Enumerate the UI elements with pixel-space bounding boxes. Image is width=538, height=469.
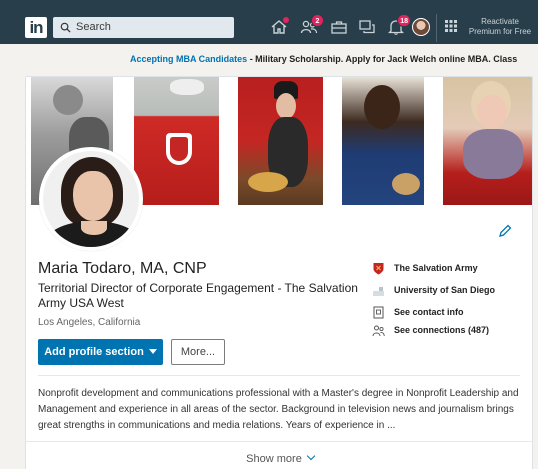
company-label: The Salvation Army <box>394 263 478 273</box>
contact-info-link[interactable]: See contact info <box>372 306 532 320</box>
search-icon <box>60 22 71 33</box>
nav-notifications[interactable]: 18 <box>387 14 411 36</box>
nav-home[interactable] <box>270 16 290 36</box>
connections-label: See connections (487) <box>394 325 490 335</box>
premium-line-1: Reactivate <box>481 17 519 26</box>
banner-photo-4 <box>342 77 424 205</box>
banner-photo-5 <box>443 77 532 205</box>
premium-link[interactable]: Reactivate Premium for Free <box>462 17 538 37</box>
more-button[interactable]: More... <box>171 339 225 365</box>
nav-jobs[interactable] <box>330 18 348 36</box>
banner-photo-3 <box>238 77 323 205</box>
contact-card-icon <box>373 306 384 319</box>
divider <box>26 441 532 442</box>
jobs-icon <box>331 21 347 34</box>
linkedin-logo[interactable]: in <box>25 17 47 38</box>
notifications-badge: 18 <box>397 14 411 27</box>
profile-name: Maria Todaro, MA, CNP <box>38 260 207 277</box>
ad-link[interactable]: Accepting MBA Candidates <box>130 54 247 64</box>
salvation-army-emblem <box>166 133 192 165</box>
people-icon <box>372 325 385 337</box>
profile-photo[interactable] <box>39 147 143 251</box>
caret-down-icon <box>148 349 157 354</box>
current-company[interactable]: The Salvation Army <box>372 262 532 276</box>
network-badge: 2 <box>311 14 324 27</box>
profile-location: Los Angeles, California <box>38 317 141 328</box>
show-more-button[interactable]: Show more <box>26 451 532 465</box>
nav-messaging[interactable] <box>358 18 376 36</box>
ad-rest: - Military Scholarship. Apply for Jack W… <box>247 54 518 64</box>
add-profile-section-button[interactable]: Add profile section <box>38 339 163 365</box>
ad-text[interactable]: Accepting MBA Candidates - Military Scho… <box>130 54 517 64</box>
profile-headline: Territorial Director of Corporate Engage… <box>38 281 358 310</box>
profile-card: Maria Todaro, MA, CNP Territorial Direct… <box>25 76 533 469</box>
search-input[interactable]: Search <box>53 17 234 38</box>
me-avatar[interactable] <box>412 18 430 36</box>
pencil-icon[interactable] <box>498 224 512 238</box>
add-profile-section-label: Add profile section <box>44 346 144 358</box>
contact-label: See contact info <box>394 307 464 317</box>
messaging-icon <box>359 20 375 34</box>
nav-my-network[interactable]: 2 <box>300 14 324 36</box>
chevron-down-icon <box>306 451 316 461</box>
school-label: University of San Diego <box>394 285 496 295</box>
connections-link[interactable]: See connections (487) <box>372 324 532 338</box>
home-notification-dot <box>282 16 290 24</box>
profile-summary: Nonprofit development and communications… <box>38 388 519 431</box>
divider <box>38 375 520 376</box>
ad-banner[interactable]: Accepting MBA Candidates - Military Scho… <box>0 54 538 68</box>
nav-divider <box>436 14 437 42</box>
top-nav: in Search 2 18 Reactivate Premium for Fr… <box>0 0 538 44</box>
apps-grid-icon[interactable] <box>445 20 457 32</box>
school-icon <box>373 287 384 296</box>
show-more-label: Show more <box>246 453 302 465</box>
search-placeholder: Search <box>76 21 111 33</box>
education-school[interactable]: University of San Diego <box>372 284 532 298</box>
premium-line-2: Premium for Free <box>468 27 532 36</box>
shield-icon <box>373 263 384 275</box>
banner-photo-2 <box>134 77 219 205</box>
